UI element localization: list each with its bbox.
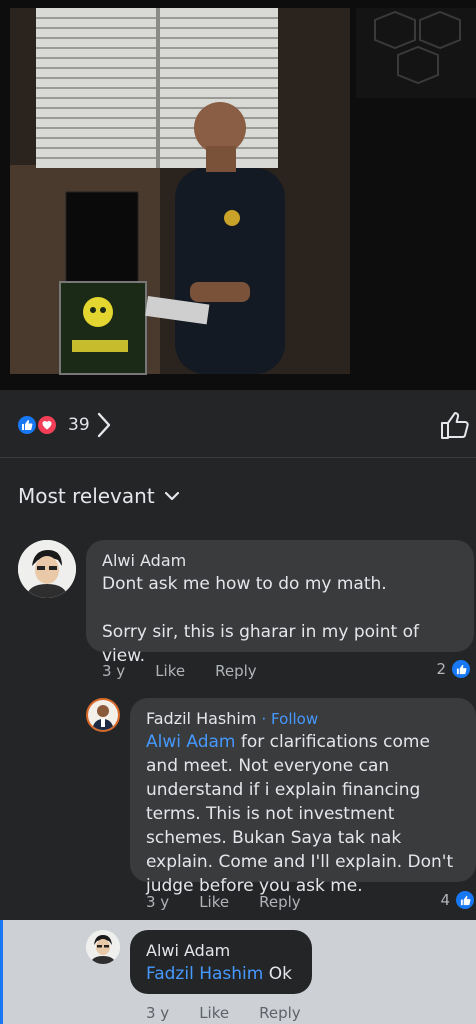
avatar[interactable] bbox=[18, 540, 76, 598]
sort-label: Most relevant bbox=[18, 484, 155, 508]
comment-text-body: Ok bbox=[263, 964, 292, 984]
reply-button[interactable]: Reply bbox=[259, 1004, 301, 1022]
comment-text-body: for clarifications come and meet. Not ev… bbox=[146, 732, 459, 896]
comment-text: Fadzil Hashim Ok bbox=[146, 962, 296, 986]
comment-actions: 3 y Like Reply bbox=[102, 662, 257, 680]
like-comment-button[interactable]: Like bbox=[199, 893, 229, 911]
like-button-icon[interactable] bbox=[438, 408, 472, 446]
like-icon bbox=[450, 658, 472, 680]
comment-text: Alwi Adam for clarifications come and me… bbox=[146, 730, 460, 898]
reply-bubble[interactable]: Alwi Adam Fadzil Hashim Ok bbox=[130, 930, 312, 994]
comment-author[interactable]: Alwi Adam bbox=[146, 940, 296, 962]
like-icon bbox=[454, 889, 476, 911]
chevron-down-icon bbox=[164, 491, 179, 501]
avatar[interactable] bbox=[86, 930, 120, 964]
comment-actions: 3 y Like Reply bbox=[146, 893, 301, 911]
like-comment-button[interactable]: Like bbox=[199, 1004, 229, 1022]
reaction-count[interactable]: 39 bbox=[68, 414, 90, 436]
comment-reaction-badge[interactable]: 2 bbox=[436, 658, 472, 680]
comment-timestamp: 3 y bbox=[102, 662, 126, 680]
comment-timestamp: 3 y bbox=[146, 893, 170, 911]
comment-actions: 3 y Like Reply bbox=[146, 1004, 301, 1022]
avatar[interactable] bbox=[86, 698, 120, 732]
reply-bubble[interactable]: Fadzil Hashim · Follow Alwi Adam for cla… bbox=[130, 698, 476, 896]
comment-text: Dont ask me how to do my math. Sorry sir… bbox=[102, 574, 419, 666]
reply-button[interactable]: Reply bbox=[259, 893, 301, 911]
comment-reaction-count: 4 bbox=[440, 891, 450, 909]
reaction-icons[interactable] bbox=[16, 414, 64, 436]
post-photo[interactable] bbox=[0, 0, 476, 390]
comment-timestamp: 3 y bbox=[146, 1004, 170, 1022]
chevron-right-icon[interactable] bbox=[96, 412, 112, 442]
comment-reaction-count: 2 bbox=[436, 660, 446, 678]
comment-sort-dropdown[interactable]: Most relevant bbox=[18, 482, 179, 510]
mention-link[interactable]: Alwi Adam bbox=[146, 732, 235, 752]
highlight-indicator bbox=[0, 920, 3, 1024]
comment-author[interactable]: Fadzil Hashim bbox=[146, 709, 256, 728]
follow-link[interactable]: · Follow bbox=[262, 710, 319, 728]
comment-author[interactable]: Alwi Adam bbox=[102, 550, 458, 572]
love-icon bbox=[36, 414, 58, 436]
photo-scene bbox=[0, 0, 476, 390]
like-comment-button[interactable]: Like bbox=[155, 662, 185, 680]
reaction-bar: 39 bbox=[0, 390, 476, 458]
reply-button[interactable]: Reply bbox=[215, 662, 257, 680]
comment-bubble[interactable]: Alwi Adam Dont ask me how to do my math.… bbox=[86, 540, 474, 666]
reply-author-line: Fadzil Hashim · Follow bbox=[146, 708, 460, 730]
highlighted-reply: Alwi Adam Fadzil Hashim Ok 3 y Like Repl… bbox=[0, 920, 476, 1024]
comment-reaction-badge[interactable]: 4 bbox=[440, 889, 476, 911]
like-icon bbox=[16, 414, 38, 436]
mention-link[interactable]: Fadzil Hashim bbox=[146, 964, 263, 984]
